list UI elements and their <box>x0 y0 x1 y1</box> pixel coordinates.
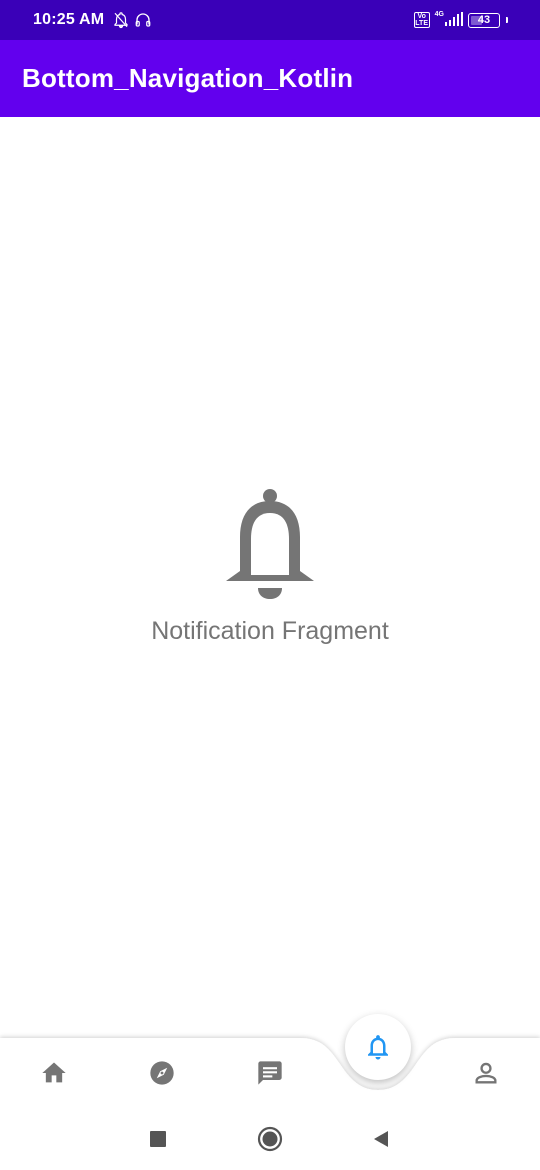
recents-icon <box>150 1131 166 1147</box>
person-icon <box>475 1062 497 1084</box>
bell-icon <box>368 1035 388 1060</box>
headset-icon <box>135 13 151 27</box>
nav-item-profile[interactable] <box>469 1056 503 1090</box>
message-icon <box>258 1061 282 1085</box>
fragment-content: Notification Fragment <box>0 117 540 1037</box>
battery-level: 43 <box>477 14 491 26</box>
status-left-icons <box>112 11 152 29</box>
bottom-navigation <box>0 1012 540 1106</box>
status-time: 10:25 AM <box>33 11 105 28</box>
network-type: 4G <box>434 10 444 18</box>
notifications-off-icon <box>114 12 128 29</box>
nav-item-explore[interactable] <box>145 1056 179 1090</box>
volte-badge: Vo LTE <box>413 12 430 28</box>
back-button[interactable] <box>366 1124 396 1154</box>
status-bar: 10:25 AM Vo LTE 4G 43 <box>0 0 540 40</box>
home-icon <box>42 1062 66 1083</box>
signal-icon <box>445 12 463 26</box>
app-bar: Bottom_Navigation_Kotlin <box>0 40 540 117</box>
compass-icon <box>150 1061 174 1085</box>
system-navigation-bar <box>0 1106 540 1170</box>
nav-item-home[interactable] <box>37 1056 71 1090</box>
home-button[interactable] <box>255 1124 285 1154</box>
back-icon <box>374 1131 388 1147</box>
fragment-label: Notification Fragment <box>151 617 389 645</box>
status-right-icons: Vo LTE 4G 43 <box>413 10 508 28</box>
bell-icon <box>226 489 314 599</box>
home-circle-icon <box>257 1126 283 1152</box>
app-title: Bottom_Navigation_Kotlin <box>22 63 354 93</box>
battery-nub <box>506 17 508 23</box>
battery-icon: 43 <box>468 12 500 28</box>
nav-item-messages[interactable] <box>253 1056 287 1090</box>
nav-item-notifications[interactable] <box>345 1014 411 1080</box>
recents-button[interactable] <box>143 1124 173 1154</box>
